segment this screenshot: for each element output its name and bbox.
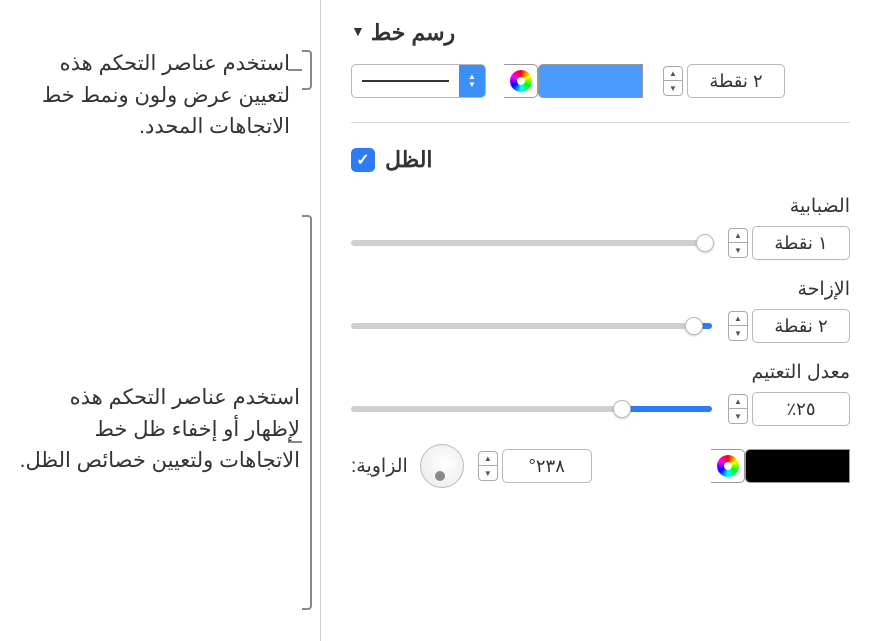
- angle-row: الزاوية: ٢٣٨° ▲ ▼: [351, 444, 850, 488]
- stepper-up-icon[interactable]: ▲: [728, 394, 748, 409]
- stepper-down-icon[interactable]: ▼: [478, 466, 498, 481]
- stroke-color-group: [504, 64, 643, 98]
- disclosure-triangle-icon[interactable]: ▼: [351, 23, 365, 39]
- offset-label: الإزاحة: [351, 278, 850, 301]
- line-style-preview: [362, 80, 449, 82]
- slider-thumb-icon[interactable]: [696, 234, 714, 252]
- offset-field[interactable]: ٢ نقطة: [752, 309, 850, 343]
- slider-thumb-icon[interactable]: [685, 317, 703, 335]
- offset-group: الإزاحة ٢ نقطة ▲ ▼: [351, 278, 850, 343]
- shadow-checkbox-label: الظل: [385, 147, 433, 173]
- blur-group: الضبابية ١ نقطة ▲ ▼: [351, 195, 850, 260]
- inspector-panel: رسم خط ▼ ▲▼ ٢ نقطة ▲ ▼ الظل ✓ ال: [320, 0, 880, 641]
- stepper-up-icon[interactable]: ▲: [728, 228, 748, 243]
- shadow-checkbox[interactable]: ✓: [351, 148, 375, 172]
- line-style-popup[interactable]: ▲▼: [351, 64, 486, 98]
- blur-label: الضبابية: [351, 195, 850, 218]
- offset-stepper[interactable]: ▲ ▼: [726, 309, 748, 343]
- opacity-field[interactable]: ٢٥٪: [752, 392, 850, 426]
- stepper-up-icon[interactable]: ▲: [663, 66, 683, 81]
- angle-dial[interactable]: [420, 444, 464, 488]
- stepper-down-icon[interactable]: ▼: [728, 243, 748, 258]
- shadow-color-group: [711, 449, 850, 483]
- stepper-down-icon[interactable]: ▼: [663, 81, 683, 96]
- shadow-checkbox-row: الظل ✓: [351, 147, 850, 173]
- callout-tick: [288, 69, 302, 71]
- angle-field[interactable]: ٢٣٨°: [502, 449, 592, 483]
- callout-bracket-shadow: [302, 215, 312, 610]
- popup-arrows-icon: ▲▼: [459, 65, 485, 97]
- opacity-label: معدل التعتيم: [351, 361, 850, 384]
- shadow-color-swatch[interactable]: [745, 449, 850, 483]
- stroke-controls-row: ▲▼ ٢ نقطة ▲ ▼: [351, 64, 850, 98]
- opacity-stepper[interactable]: ▲ ▼: [726, 392, 748, 426]
- stroke-width-field[interactable]: ٢ نقطة: [687, 64, 785, 98]
- stroke-color-picker-button[interactable]: [504, 64, 538, 98]
- stroke-width-stepper[interactable]: ▲ ▼: [661, 64, 683, 98]
- slider-thumb-icon[interactable]: [613, 400, 631, 418]
- angle-stepper[interactable]: ▲ ▼: [476, 449, 498, 483]
- shadow-color-picker-button[interactable]: [711, 449, 745, 483]
- stepper-up-icon[interactable]: ▲: [478, 451, 498, 466]
- stepper-down-icon[interactable]: ▼: [728, 409, 748, 424]
- opacity-group: معدل التعتيم ٢٥٪ ▲ ▼: [351, 361, 850, 426]
- color-wheel-icon: [717, 455, 739, 477]
- stroke-width-field-group: ٢ نقطة ▲ ▼: [661, 64, 785, 98]
- color-wheel-icon: [510, 70, 532, 92]
- callout-bracket-stroke: [302, 50, 312, 90]
- callout-shadow-text: استخدم عناصر التحكم هذه لإظهار أو إخفاء …: [10, 382, 300, 477]
- stepper-down-icon[interactable]: ▼: [728, 326, 748, 341]
- angle-indicator-icon: [435, 471, 445, 481]
- section-divider: [351, 122, 850, 123]
- opacity-slider[interactable]: [351, 406, 712, 412]
- blur-slider[interactable]: [351, 240, 712, 246]
- blur-field[interactable]: ١ نقطة: [752, 226, 850, 260]
- stroke-section-header[interactable]: رسم خط ▼: [351, 20, 850, 46]
- stroke-color-swatch[interactable]: [538, 64, 643, 98]
- stepper-up-icon[interactable]: ▲: [728, 311, 748, 326]
- offset-slider[interactable]: [351, 323, 712, 329]
- stroke-title: رسم خط: [371, 20, 455, 46]
- angle-label: الزاوية:: [351, 455, 408, 478]
- blur-stepper[interactable]: ▲ ▼: [726, 226, 748, 260]
- callout-stroke-text: استخدم عناصر التحكم هذه لتعيين عرض ولون …: [10, 48, 290, 143]
